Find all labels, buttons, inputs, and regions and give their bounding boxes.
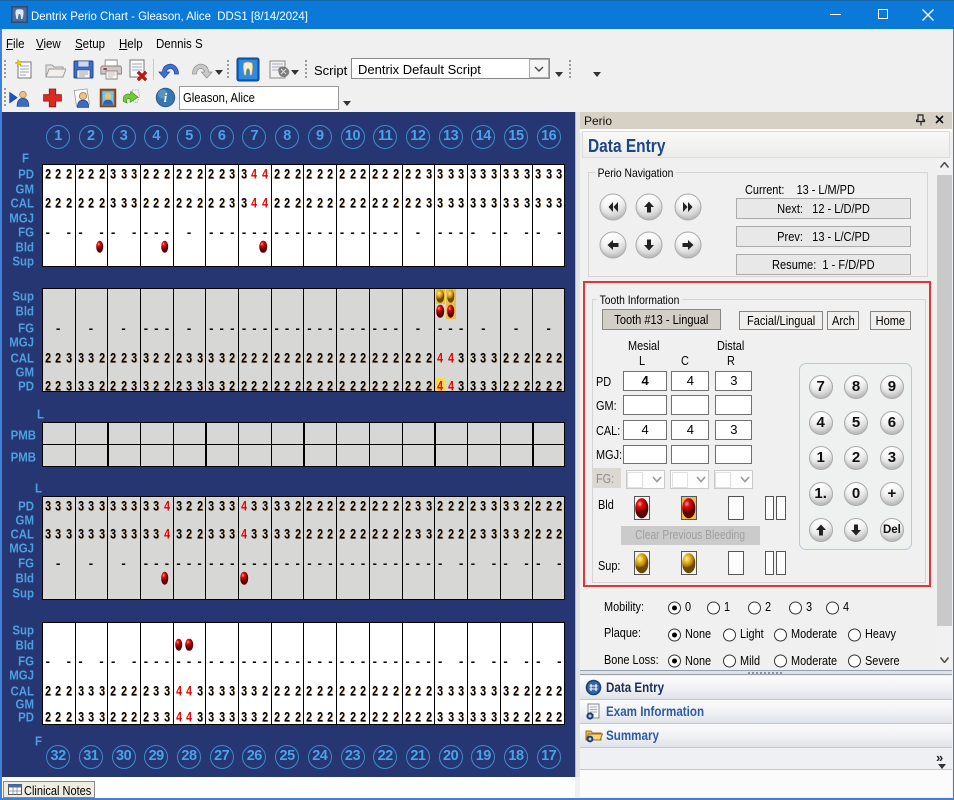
svg-text:i: i [163, 91, 167, 105]
